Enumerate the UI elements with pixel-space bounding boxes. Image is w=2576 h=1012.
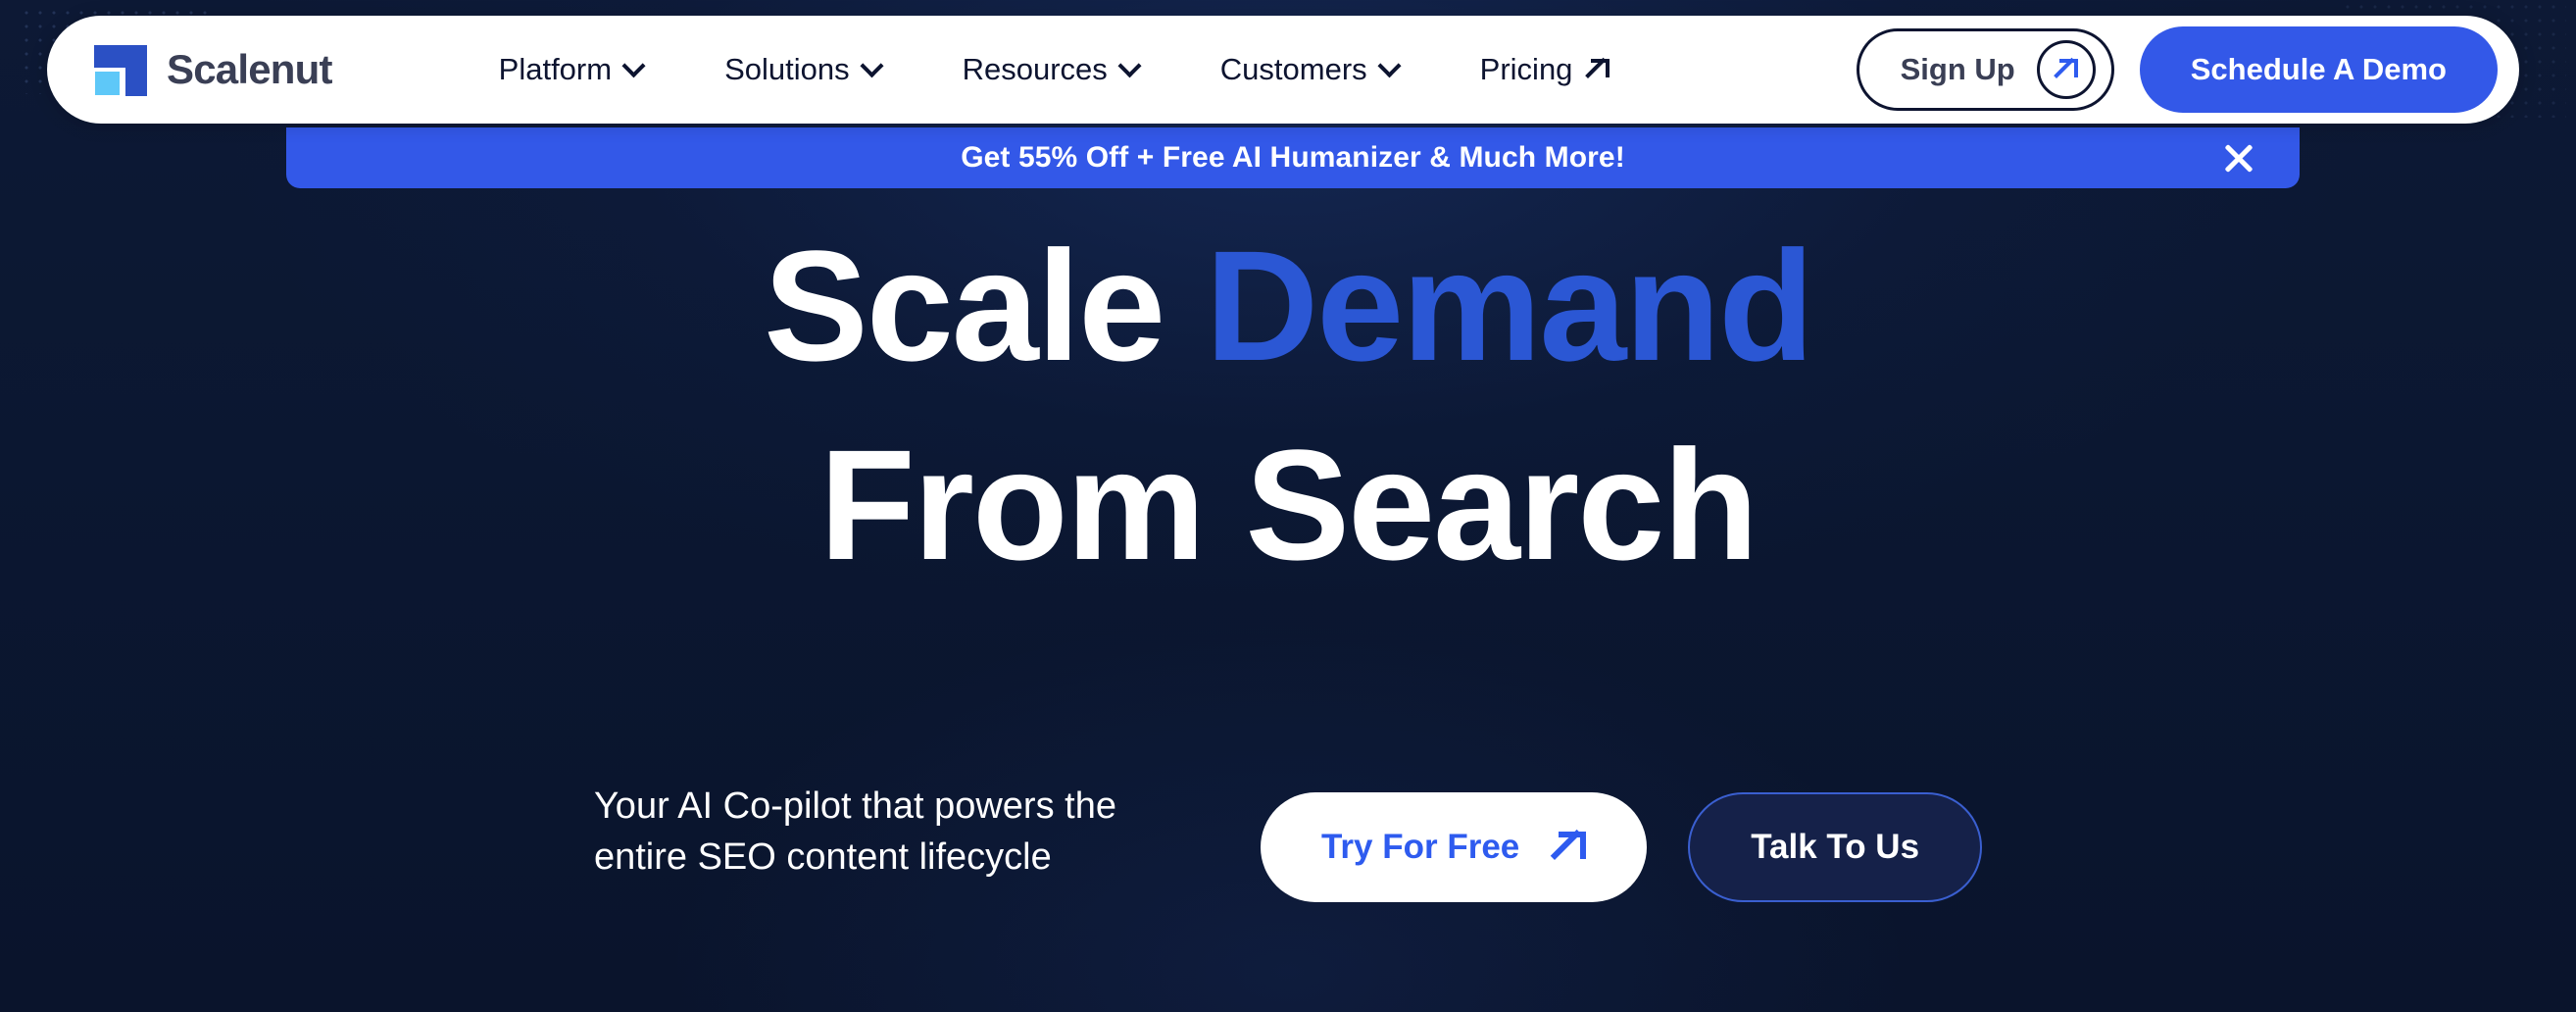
hero-headline-line-1: Scale Demand bbox=[0, 206, 2576, 405]
nav-item-label: Customers bbox=[1219, 52, 1367, 86]
talk-to-us-button[interactable]: Talk To Us bbox=[1688, 792, 1983, 902]
try-for-free-label: Try For Free bbox=[1320, 828, 1520, 866]
nav-item-pricing[interactable]: Pricing bbox=[1480, 52, 1610, 87]
main-navigation: Platform Solutions Resources Customers P… bbox=[499, 52, 1610, 87]
hero-cta-group: Try For Free Talk To Us bbox=[1260, 775, 1983, 902]
nav-item-label: Resources bbox=[962, 52, 1108, 86]
close-icon[interactable] bbox=[2219, 138, 2258, 177]
nav-item-resources[interactable]: Resources bbox=[962, 52, 1142, 87]
arrow-up-right-icon bbox=[1586, 58, 1610, 81]
nav-item-platform[interactable]: Platform bbox=[498, 52, 646, 87]
site-header: Scalenut Platform Solutions Resources Cu… bbox=[47, 16, 2519, 124]
header-actions: Sign Up Schedule A Demo bbox=[1856, 26, 2498, 113]
nav-item-customers[interactable]: Customers bbox=[1219, 52, 1402, 87]
hero-headline-plain: Scale bbox=[764, 218, 1206, 393]
hero-headline-accent: Demand bbox=[1205, 218, 1814, 393]
hero-section: Scale Demand From Search bbox=[0, 206, 2576, 604]
brand-name: Scalenut bbox=[167, 46, 332, 92]
nav-item-label: Pricing bbox=[1479, 52, 1573, 86]
page-root: Scalenut Platform Solutions Resources Cu… bbox=[0, 0, 2576, 1012]
hero-headline-line-2: From Search bbox=[818, 417, 1759, 593]
nav-item-label: Solutions bbox=[724, 52, 850, 86]
sign-up-arrow-circle bbox=[2036, 40, 2096, 99]
hero-subtitle: Your AI Co-pilot that powers the entire … bbox=[593, 785, 1116, 879]
brand-logo[interactable]: Scalenut bbox=[94, 43, 332, 96]
chevron-down-icon bbox=[1377, 53, 1402, 77]
scalenut-logo-icon bbox=[94, 43, 147, 96]
sign-up-button[interactable]: Sign Up bbox=[1856, 28, 2114, 111]
announcement-banner: Get 55% Off + Free AI Humanizer & Much M… bbox=[286, 127, 2300, 188]
chevron-down-icon bbox=[860, 53, 884, 77]
announcement-banner-text: Get 55% Off + Free AI Humanizer & Much M… bbox=[961, 141, 1625, 174]
nav-item-label: Platform bbox=[498, 52, 613, 86]
hero-bottom-row: Your AI Co-pilot that powers the entire … bbox=[0, 775, 2576, 902]
sign-up-label: Sign Up bbox=[1900, 52, 2015, 86]
chevron-down-icon bbox=[1117, 53, 1142, 77]
arrow-up-right-icon bbox=[1553, 831, 1587, 864]
try-for-free-button[interactable]: Try For Free bbox=[1260, 792, 1648, 902]
chevron-down-icon bbox=[621, 53, 646, 77]
arrow-up-right-icon bbox=[2055, 58, 2078, 81]
schedule-demo-button[interactable]: Schedule A Demo bbox=[2139, 26, 2498, 113]
nav-item-solutions[interactable]: Solutions bbox=[724, 52, 884, 87]
